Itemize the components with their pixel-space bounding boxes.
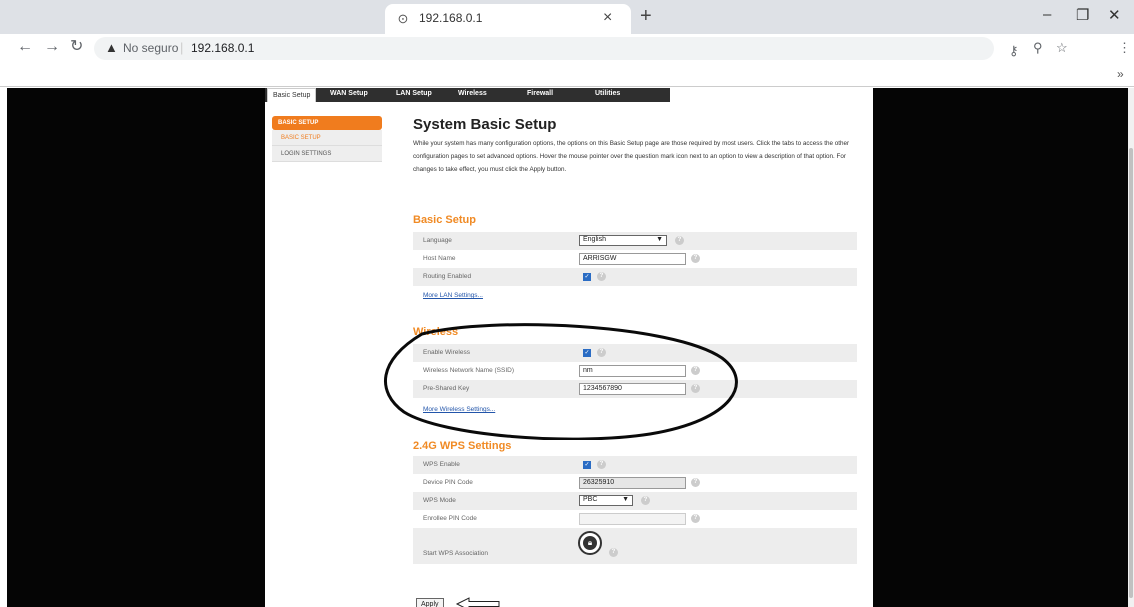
tab-firewall[interactable]: Firewall — [527, 90, 553, 97]
device-pin-row: Device PIN Code 26325910 ? — [413, 474, 857, 492]
help-icon[interactable]: ? — [691, 478, 700, 487]
tab-utilities[interactable]: Utilities — [595, 90, 620, 97]
arrow-annotation-icon — [455, 597, 500, 607]
language-label: Language — [423, 237, 452, 244]
intro-text: While your system has many configuration… — [413, 140, 850, 173]
globe-icon: ⊙ — [397, 11, 409, 26]
sidebar-item-basic-setup[interactable]: BASIC SETUP — [272, 130, 382, 146]
enrollee-pin-field[interactable] — [579, 513, 686, 525]
tab-wireless[interactable]: Wireless — [458, 90, 487, 97]
help-icon[interactable]: ? — [597, 272, 606, 281]
device-pin-label: Device PIN Code — [423, 479, 473, 486]
ellipse-annotation — [384, 323, 738, 440]
tab-basic-setup[interactable]: Basic Setup — [267, 88, 317, 102]
wps-enable-row: WPS Enable ✓ ? — [413, 456, 857, 474]
browser-tab-bar: ⊙ 192.168.0.1 × + – ❐ ✕ — [0, 0, 1134, 34]
language-select[interactable]: English ▼ — [579, 235, 667, 246]
wps-start-label: Start WPS Association — [423, 550, 489, 557]
language-row: Language English ▼ ? — [413, 232, 857, 250]
forward-icon[interactable]: → — [44, 39, 60, 55]
help-icon[interactable]: ? — [675, 236, 684, 245]
device-pin-field: 26325910 — [579, 477, 686, 489]
help-icon[interactable]: ? — [641, 496, 650, 505]
router-tab-bar: Basic Setup WAN Setup LAN Setup Wireless… — [265, 88, 670, 102]
wps-mode-label: WPS Mode — [423, 497, 456, 504]
help-icon[interactable]: ? — [609, 548, 618, 557]
wps-mode-select[interactable]: PBC ▼ — [579, 495, 633, 506]
screenshot: ⊙ 192.168.0.1 × + – ❐ ✕ ← → ↻ ▲ No segur… — [0, 0, 1134, 607]
chevron-down-icon: ▼ — [656, 236, 663, 243]
zoom-icon[interactable]: ⚲ — [1033, 40, 1043, 56]
host-name-row: Host Name ARRISGW ? — [413, 250, 857, 268]
tab-lan-setup[interactable]: LAN Setup — [396, 90, 432, 97]
help-icon[interactable]: ? — [691, 514, 700, 523]
routing-row: Routing Enabled ✓ ? — [413, 268, 857, 286]
sidebar: BASIC SETUP BASIC SETUP LOGIN SETTINGS — [272, 116, 382, 162]
browser-tab[interactable]: ⊙ 192.168.0.1 × — [385, 4, 631, 34]
restore-icon[interactable]: ❐ — [1076, 6, 1089, 24]
page-title: System Basic Setup — [413, 116, 557, 133]
bookmarks-bar: » — [0, 62, 1134, 87]
language-value: English — [583, 236, 606, 243]
tab-title: 192.168.0.1 — [419, 11, 483, 25]
right-margin — [873, 88, 1128, 607]
tab-wan-setup[interactable]: WAN Setup — [330, 90, 368, 97]
wps-mode-row: WPS Mode PBC ▼ ? — [413, 492, 857, 510]
menu-icon[interactable]: ⋮ — [1118, 40, 1131, 56]
left-margin — [7, 88, 265, 607]
chevron-down-icon: ▼ — [622, 496, 629, 503]
basic-setup-heading: Basic Setup — [413, 214, 476, 226]
minimize-icon[interactable]: – — [1043, 6, 1051, 23]
routing-checkbox[interactable]: ✓ — [583, 273, 591, 281]
star-icon[interactable]: ☆ — [1056, 40, 1068, 56]
wps-enable-checkbox[interactable]: ✓ — [583, 461, 591, 469]
not-secure-label[interactable]: No seguro — [123, 41, 178, 55]
wps-start-row: Start WPS Association 🔒︎ ? — [413, 528, 857, 564]
address-separator: | — [180, 40, 184, 55]
apply-button[interactable]: Apply — [416, 598, 444, 607]
host-name-label: Host Name — [423, 255, 456, 262]
sidebar-item-login-settings[interactable]: LOGIN SETTINGS — [272, 146, 382, 162]
enrollee-pin-label: Enrollee PIN Code — [423, 515, 477, 522]
sidebar-header[interactable]: BASIC SETUP — [272, 116, 382, 130]
bookmarks-more-icon[interactable]: » — [1117, 67, 1124, 81]
back-icon[interactable]: ← — [17, 39, 33, 55]
lock-icon: 🔒︎ — [583, 536, 597, 550]
wps-heading: 2.4G WPS Settings — [413, 440, 512, 452]
scrollbar-thumb[interactable] — [1129, 148, 1133, 598]
warning-icon[interactable]: ▲ — [105, 40, 118, 55]
help-icon[interactable]: ? — [597, 460, 606, 469]
enrollee-pin-row: Enrollee PIN Code ? — [413, 510, 857, 528]
key-icon[interactable]: ⚷ — [1009, 43, 1019, 59]
new-tab-button[interactable]: + — [640, 6, 652, 26]
reload-icon[interactable]: ↻ — [70, 39, 83, 55]
host-name-field[interactable]: ARRISGW — [579, 253, 686, 265]
address-bar[interactable]: ▲ No seguro | 192.168.0.1 ⚷ — [94, 37, 1019, 60]
browser-toolbar: ← → ↻ ▲ No seguro | 192.168.0.1 ⚷ ⚲ ☆ ⋮ — [0, 34, 1134, 62]
main-content: System Basic Setup While your system has… — [413, 116, 863, 564]
tab-close-button[interactable]: × — [603, 9, 612, 27]
wps-mode-value: PBC — [583, 496, 598, 503]
wps-enable-label: WPS Enable — [423, 461, 460, 468]
wps-start-button[interactable]: 🔒︎ — [578, 531, 602, 555]
routing-label: Routing Enabled — [423, 273, 472, 280]
close-window-icon[interactable]: ✕ — [1108, 6, 1121, 24]
more-lan-settings-link[interactable]: More LAN Settings... — [423, 292, 483, 299]
url-text[interactable]: 192.168.0.1 — [191, 41, 254, 55]
help-icon[interactable]: ? — [691, 254, 700, 263]
